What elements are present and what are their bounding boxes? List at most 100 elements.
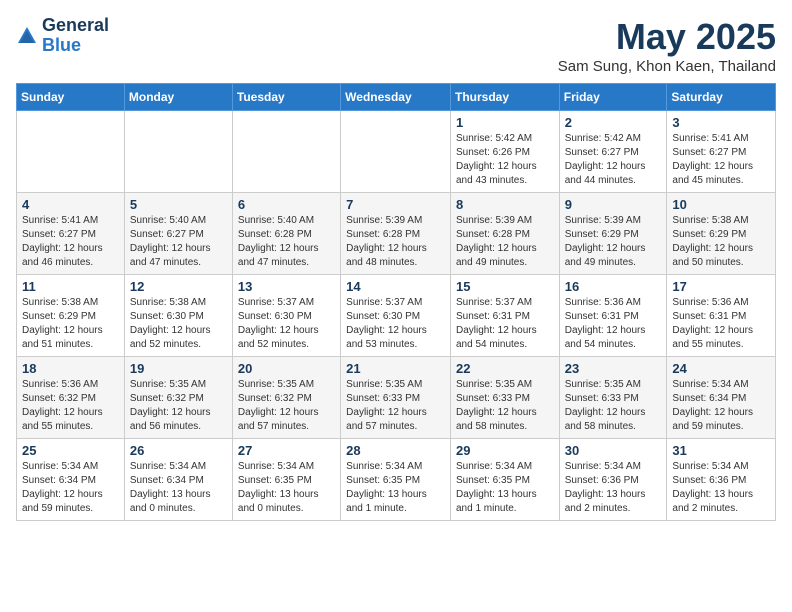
day-cell [341, 111, 451, 193]
day-number: 10 [672, 197, 770, 212]
day-cell: 26Sunrise: 5:34 AM Sunset: 6:34 PM Dayli… [124, 439, 232, 521]
day-number: 28 [346, 443, 445, 458]
weekday-header-thursday: Thursday [450, 84, 559, 111]
day-cell: 29 Sunrise: 5:34 AM Sunset: 6:35 PM Dayli… [450, 439, 559, 521]
day-number: 24 [672, 361, 770, 376]
week-row-3: 11 Sunrise: 5:38 AM Sunset: 6:29 PM Dayli… [17, 275, 776, 357]
weekday-header-row: SundayMondayTuesdayWednesdayThursdayFrid… [17, 84, 776, 111]
day-info: Sunrise: 5:40 AM Sunset: 6:27 PM Dayligh… [130, 214, 227, 270]
logo-text: General Blue [42, 16, 109, 56]
day-info: Sunrise: 5:34 AM Sunset: 6:35 PM Dayligh… [346, 460, 445, 516]
day-info: Sunrise: 5:37 AM Sunset: 6:30 PM Dayligh… [346, 296, 445, 352]
day-cell: 21 Sunrise: 5:35 AM Sunset: 6:33 PM Dayli… [341, 357, 451, 439]
day-cell [232, 111, 340, 193]
day-number: 23 [565, 361, 662, 376]
day-number: 18 [22, 361, 119, 376]
day-info: Sunrise: 5:38 AM Sunset: 6:29 PM Dayligh… [22, 296, 119, 352]
day-number: 19 [130, 361, 227, 376]
day-info: Sunrise: 5:36 AM Sunset: 6:31 PM Dayligh… [672, 296, 770, 352]
page-header: General Blue May 2025 Sam Sung, Khon Kae… [16, 16, 776, 75]
day-info: Sunrise: 5:35 AM Sunset: 6:32 PM Dayligh… [130, 378, 227, 434]
day-info: Sunrise: 5:35 AM Sunset: 6:33 PM Dayligh… [346, 378, 445, 434]
day-cell: 1 Sunrise: 5:42 AM Sunset: 6:26 PM Daylig… [450, 111, 559, 193]
day-info: Sunrise: 5:34 AM Sunset: 6:34 PM Dayligh… [672, 378, 770, 434]
day-number: 4 [22, 197, 119, 212]
logo-blue-text: Blue [42, 36, 109, 56]
day-info: Sunrise: 5:42 AM Sunset: 6:27 PM Dayligh… [565, 132, 662, 188]
weekday-header-sunday: Sunday [17, 84, 125, 111]
day-number: 31 [672, 443, 770, 458]
day-info: Sunrise: 5:37 AM Sunset: 6:30 PM Dayligh… [238, 296, 335, 352]
day-number: 3 [672, 115, 770, 130]
day-cell: 5 Sunrise: 5:40 AM Sunset: 6:27 PM Daylig… [124, 193, 232, 275]
day-cell: 28 Sunrise: 5:34 AM Sunset: 6:35 PM Dayli… [341, 439, 451, 521]
day-info: Sunrise: 5:42 AM Sunset: 6:26 PM Dayligh… [456, 132, 554, 188]
day-info: Sunrise: 5:36 AM Sunset: 6:32 PM Dayligh… [22, 378, 119, 434]
day-info: Sunrise: 5:35 AM Sunset: 6:33 PM Dayligh… [456, 378, 554, 434]
day-number: 16 [565, 279, 662, 294]
weekday-header-friday: Friday [559, 84, 667, 111]
day-info: Sunrise: 5:41 AM Sunset: 6:27 PM Dayligh… [672, 132, 770, 188]
weekday-header-wednesday: Wednesday [341, 84, 451, 111]
weekday-header-saturday: Saturday [667, 84, 776, 111]
day-cell: 18 Sunrise: 5:36 AM Sunset: 6:32 PM Dayli… [17, 357, 125, 439]
title-block: May 2025 Sam Sung, Khon Kaen, Thailand [558, 16, 776, 75]
day-cell: 4Sunrise: 5:41 AM Sunset: 6:27 PM Daylig… [17, 193, 125, 275]
day-cell: 23 Sunrise: 5:35 AM Sunset: 6:33 PM Dayli… [559, 357, 667, 439]
day-cell: 31 Sunrise: 5:34 AM Sunset: 6:36 PM Dayli… [667, 439, 776, 521]
day-cell: 27Sunrise: 5:34 AM Sunset: 6:35 PM Dayli… [232, 439, 340, 521]
logo-icon [16, 25, 38, 47]
day-number: 29 [456, 443, 554, 458]
day-cell: 30 Sunrise: 5:34 AM Sunset: 6:36 PM Dayli… [559, 439, 667, 521]
day-cell: 17 Sunrise: 5:36 AM Sunset: 6:31 PM Dayli… [667, 275, 776, 357]
day-info: Sunrise: 5:34 AM Sunset: 6:34 PM Dayligh… [22, 460, 119, 516]
day-cell: 13 Sunrise: 5:37 AM Sunset: 6:30 PM Dayli… [232, 275, 340, 357]
day-info: Sunrise: 5:35 AM Sunset: 6:32 PM Dayligh… [238, 378, 335, 434]
day-number: 27 [238, 443, 335, 458]
day-number: 15 [456, 279, 554, 294]
day-info: Sunrise: 5:38 AM Sunset: 6:30 PM Dayligh… [130, 296, 227, 352]
day-cell: 15 Sunrise: 5:37 AM Sunset: 6:31 PM Dayli… [450, 275, 559, 357]
day-number: 7 [346, 197, 445, 212]
day-number: 14 [346, 279, 445, 294]
day-number: 30 [565, 443, 662, 458]
day-number: 1 [456, 115, 554, 130]
day-cell [17, 111, 125, 193]
day-number: 2 [565, 115, 662, 130]
day-number: 13 [238, 279, 335, 294]
day-cell [124, 111, 232, 193]
day-info: Sunrise: 5:37 AM Sunset: 6:31 PM Dayligh… [456, 296, 554, 352]
day-number: 21 [346, 361, 445, 376]
day-cell: 8Sunrise: 5:39 AM Sunset: 6:28 PM Daylig… [450, 193, 559, 275]
logo: General Blue [16, 16, 109, 56]
week-row-1: 1 Sunrise: 5:42 AM Sunset: 6:26 PM Daylig… [17, 111, 776, 193]
day-info: Sunrise: 5:39 AM Sunset: 6:28 PM Dayligh… [456, 214, 554, 270]
day-cell: 10Sunrise: 5:38 AM Sunset: 6:29 PM Dayli… [667, 193, 776, 275]
day-cell: 20 Sunrise: 5:35 AM Sunset: 6:32 PM Dayli… [232, 357, 340, 439]
day-number: 9 [565, 197, 662, 212]
day-info: Sunrise: 5:34 AM Sunset: 6:36 PM Dayligh… [565, 460, 662, 516]
month-title: May 2025 [558, 16, 776, 58]
day-info: Sunrise: 5:34 AM Sunset: 6:35 PM Dayligh… [456, 460, 554, 516]
day-number: 17 [672, 279, 770, 294]
day-cell: 14 Sunrise: 5:37 AM Sunset: 6:30 PM Dayli… [341, 275, 451, 357]
weekday-header-monday: Monday [124, 84, 232, 111]
day-cell: 6Sunrise: 5:40 AM Sunset: 6:28 PM Daylig… [232, 193, 340, 275]
day-cell: 19 Sunrise: 5:35 AM Sunset: 6:32 PM Dayli… [124, 357, 232, 439]
day-info: Sunrise: 5:35 AM Sunset: 6:33 PM Dayligh… [565, 378, 662, 434]
day-cell: 11 Sunrise: 5:38 AM Sunset: 6:29 PM Dayli… [17, 275, 125, 357]
day-cell: 3 Sunrise: 5:41 AM Sunset: 6:27 PM Daylig… [667, 111, 776, 193]
day-info: Sunrise: 5:34 AM Sunset: 6:36 PM Dayligh… [672, 460, 770, 516]
day-cell: 24 Sunrise: 5:34 AM Sunset: 6:34 PM Dayli… [667, 357, 776, 439]
day-number: 11 [22, 279, 119, 294]
day-info: Sunrise: 5:34 AM Sunset: 6:34 PM Dayligh… [130, 460, 227, 516]
day-cell: 16Sunrise: 5:36 AM Sunset: 6:31 PM Dayli… [559, 275, 667, 357]
day-number: 5 [130, 197, 227, 212]
day-number: 20 [238, 361, 335, 376]
day-cell: 2 Sunrise: 5:42 AM Sunset: 6:27 PM Daylig… [559, 111, 667, 193]
week-row-5: 25Sunrise: 5:34 AM Sunset: 6:34 PM Dayli… [17, 439, 776, 521]
day-info: Sunrise: 5:39 AM Sunset: 6:29 PM Dayligh… [565, 214, 662, 270]
calendar-table: SundayMondayTuesdayWednesdayThursdayFrid… [16, 83, 776, 521]
day-cell: 25Sunrise: 5:34 AM Sunset: 6:34 PM Dayli… [17, 439, 125, 521]
week-row-4: 18 Sunrise: 5:36 AM Sunset: 6:32 PM Dayli… [17, 357, 776, 439]
